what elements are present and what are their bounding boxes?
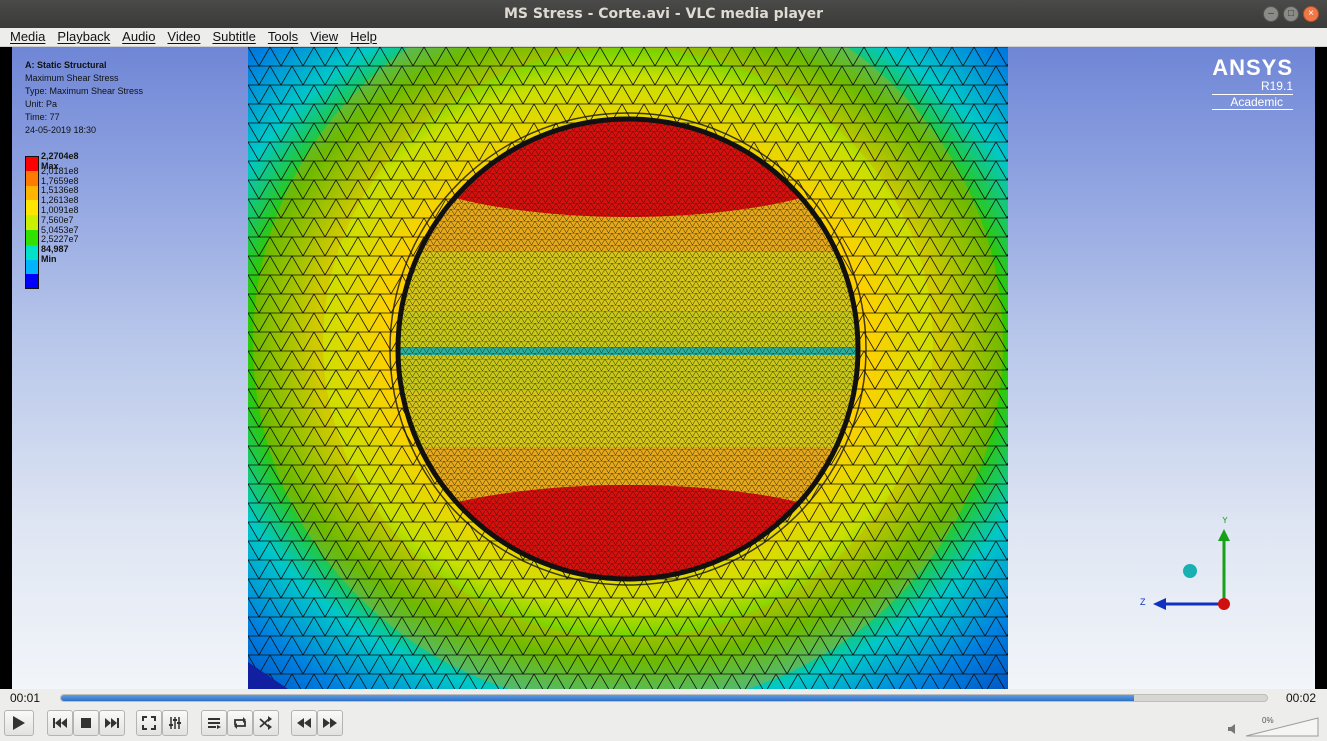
- fea-model-view: [248, 47, 1008, 689]
- legend-swatch-7: [25, 259, 39, 275]
- next-button[interactable]: [99, 710, 125, 736]
- slower-button[interactable]: [291, 710, 317, 736]
- legend-label: 1,0091e8: [41, 204, 79, 215]
- legend-label: 1,7659e8: [41, 175, 79, 186]
- equalizer-icon: [169, 717, 181, 729]
- faster-button[interactable]: [317, 710, 343, 736]
- menu-video[interactable]: Video: [161, 28, 206, 46]
- brand-name: ANSYS: [1212, 55, 1293, 80]
- skip-next-icon: [105, 718, 119, 728]
- volume-slider[interactable]: [1228, 714, 1320, 738]
- seek-progress: [61, 695, 1135, 701]
- total-time: 00:02: [1286, 691, 1317, 705]
- stop-button[interactable]: [73, 710, 99, 736]
- maximize-button[interactable]: □: [1283, 6, 1299, 22]
- axis-y-arrow: [1218, 529, 1230, 541]
- fullscreen-icon: [142, 716, 156, 730]
- result-info: A: Static Structural Maximum Shear Stres…: [25, 59, 143, 137]
- close-button[interactable]: ×: [1303, 6, 1319, 22]
- legend-label-min: 84,987 Min: [41, 244, 69, 265]
- play-button[interactable]: [4, 710, 34, 736]
- result-type: Type: Maximum Shear Stress: [25, 86, 144, 96]
- legend-label: 2,0181e8: [41, 165, 79, 176]
- fullscreen-button[interactable]: [136, 710, 162, 736]
- fast-forward-icon: [323, 718, 337, 728]
- legend-label: 2,5227e7: [41, 234, 79, 245]
- skip-previous-icon: [53, 718, 67, 728]
- loop-icon: [234, 717, 246, 729]
- menu-help[interactable]: Help: [344, 28, 383, 46]
- player-controls: 00:01 00:02 0%: [0, 689, 1327, 741]
- legend-label: 7,560e7: [41, 214, 74, 225]
- minimize-button[interactable]: –: [1263, 6, 1279, 22]
- playlist-button[interactable]: [201, 710, 227, 736]
- axis-z-label: Z: [1140, 597, 1146, 607]
- current-time: 00:01: [10, 691, 41, 705]
- menu-media[interactable]: Media: [4, 28, 51, 46]
- window-title: MS Stress - Corte.avi - VLC media player: [503, 6, 823, 22]
- axis-x-origin: [1218, 598, 1230, 610]
- menu-subtitle[interactable]: Subtitle: [206, 28, 261, 46]
- stop-icon: [81, 718, 91, 728]
- color-legend: 2,2704e8 Max 2,0181e8 1,7659e8 1,5136e8 …: [25, 151, 79, 290]
- result-date: 24-05-2019 18:30: [25, 125, 97, 135]
- stress-contour-plot: [248, 47, 1008, 689]
- video-area[interactable]: A: Static Structural Maximum Shear Stres…: [0, 47, 1327, 689]
- legend-label: 1,2613e8: [41, 195, 79, 206]
- seek-bar[interactable]: [60, 694, 1268, 702]
- shuffle-icon: [259, 716, 272, 730]
- brand-version: R19.1: [1260, 79, 1293, 93]
- result-unit: Unit: Pa: [25, 99, 58, 109]
- menu-tools[interactable]: Tools: [262, 28, 304, 46]
- legend-label: 1,5136e8: [41, 185, 79, 196]
- triad-sphere: [1183, 564, 1197, 578]
- video-frame: A: Static Structural Maximum Shear Stres…: [12, 47, 1315, 689]
- axis-triad: Y Z: [1140, 517, 1230, 610]
- rewind-icon: [297, 718, 311, 728]
- axis-z-arrow: [1153, 598, 1166, 610]
- extended-settings-button[interactable]: [162, 710, 188, 736]
- shuffle-button[interactable]: [253, 710, 279, 736]
- ansys-logo: ANSYS R19.1 Academic: [1212, 55, 1293, 110]
- menu-view[interactable]: View: [304, 28, 344, 46]
- legend-swatch-8: [25, 274, 39, 290]
- result-name: Maximum Shear Stress: [25, 73, 119, 83]
- loop-button[interactable]: [227, 710, 253, 736]
- axis-y-label: Y: [1222, 517, 1228, 525]
- volume-percent: 0%: [1262, 716, 1274, 725]
- legend-label: 5,0453e7: [41, 224, 79, 235]
- play-icon: [13, 716, 25, 730]
- menu-bar: Media Playback Audio Video Subtitle Tool…: [0, 28, 1327, 47]
- result-time: Time: 77: [25, 112, 60, 122]
- playlist-icon: [208, 718, 221, 729]
- menu-playback[interactable]: Playback: [51, 28, 116, 46]
- previous-button[interactable]: [47, 710, 73, 736]
- analysis-name: A: Static Structural: [25, 60, 107, 70]
- title-bar: MS Stress - Corte.avi - VLC media player…: [0, 0, 1327, 28]
- menu-audio[interactable]: Audio: [116, 28, 161, 46]
- brand-edition: Academic: [1212, 94, 1293, 110]
